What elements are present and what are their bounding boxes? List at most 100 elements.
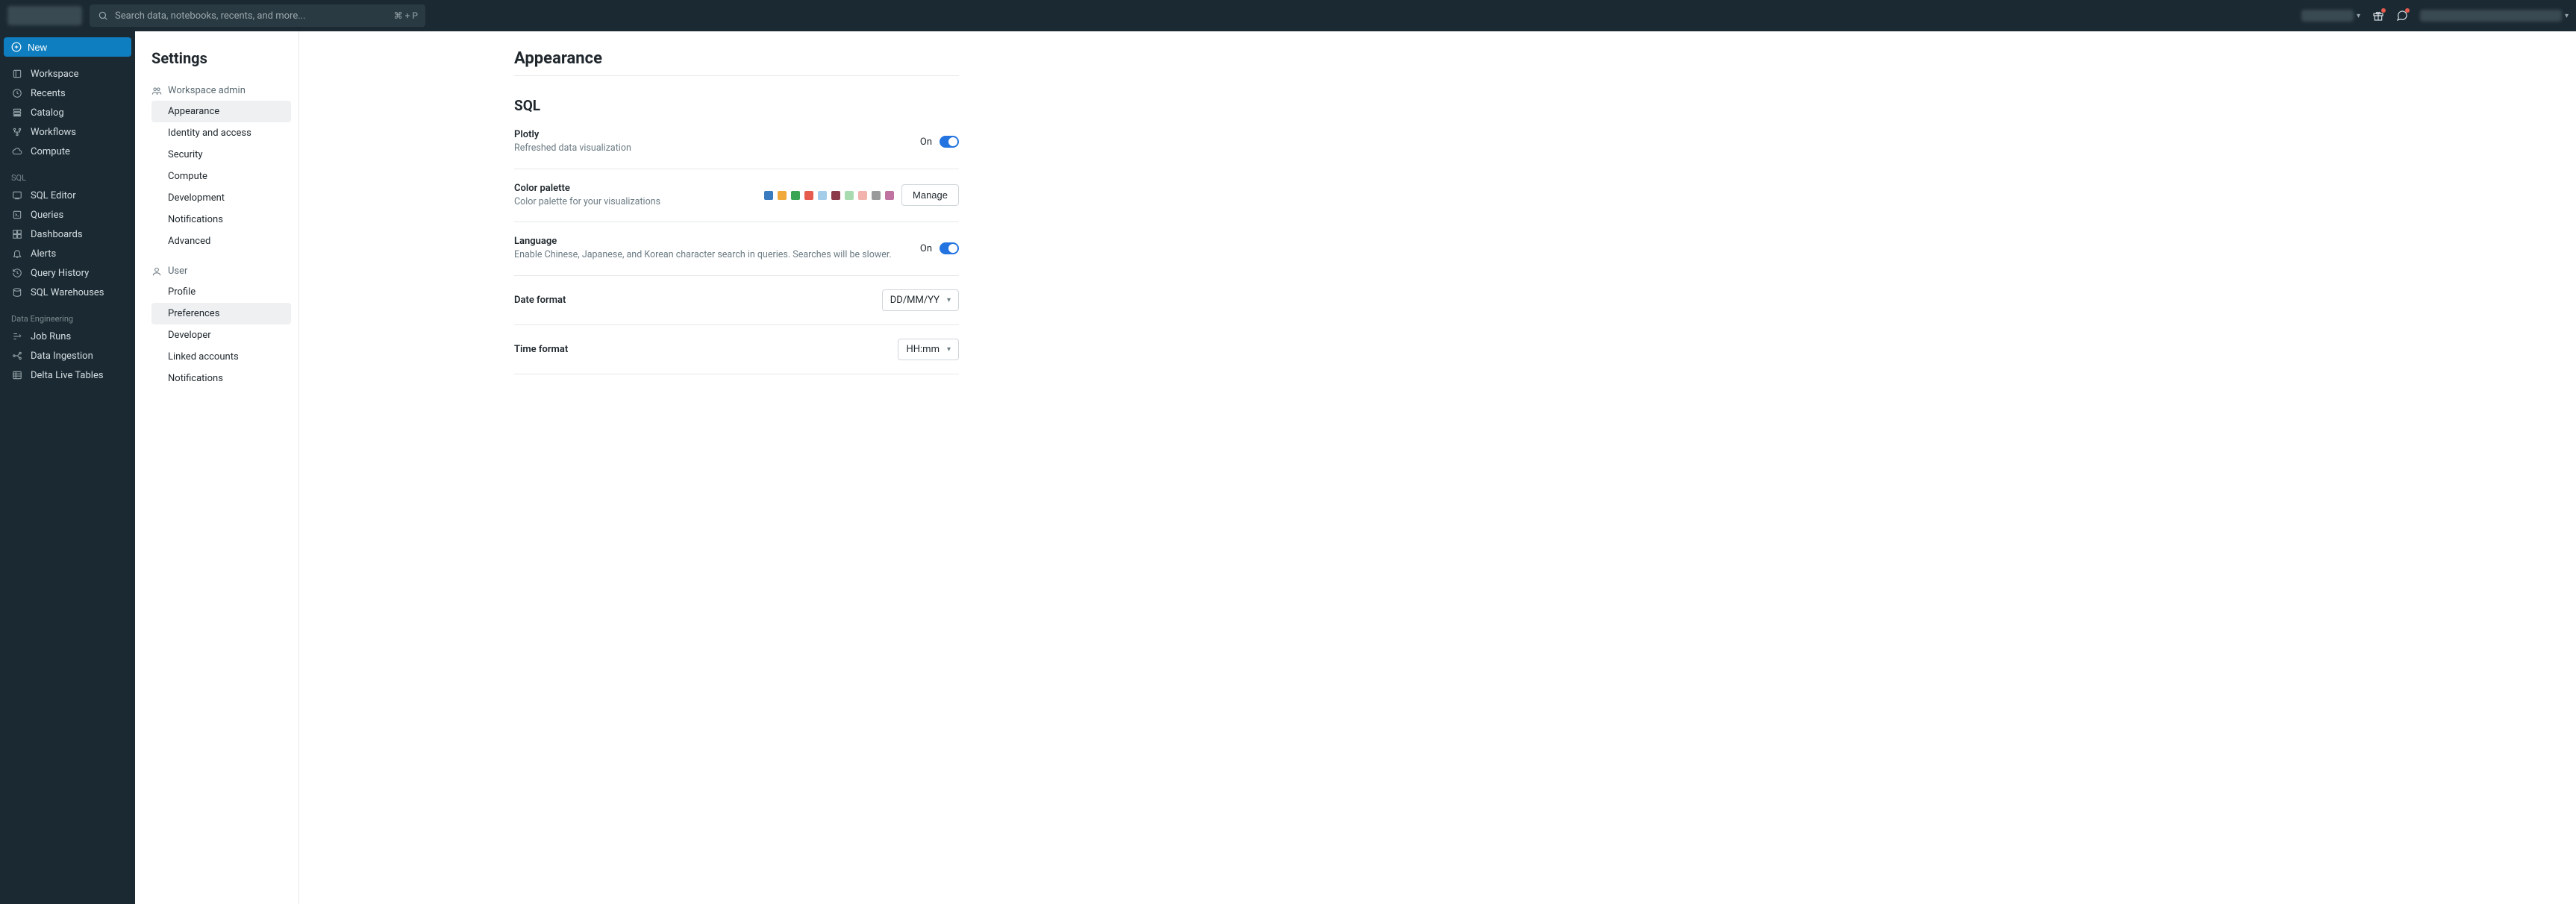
sidebar-item-compute[interactable]: Compute xyxy=(4,142,131,161)
sidebar-item-dashboards[interactable]: Dashboards xyxy=(4,225,131,244)
settings-link-compute[interactable]: Compute xyxy=(151,166,291,187)
topbar-right: ▾ ▾ xyxy=(2301,10,2569,22)
select-value: HH:mm xyxy=(906,344,940,355)
settings-link-identity-access[interactable]: Identity and access xyxy=(151,122,291,144)
workspace-logo[interactable] xyxy=(7,6,82,25)
settings-link-security[interactable]: Security xyxy=(151,144,291,166)
settings-link-appearance[interactable]: Appearance xyxy=(151,101,291,122)
setting-row-language: Language Enable Chinese, Japanese, and K… xyxy=(514,222,959,276)
date-format-select[interactable]: DD/MM/YY ▾ xyxy=(882,289,959,311)
settings-link-preferences[interactable]: Preferences xyxy=(151,303,291,324)
sidebar-item-sql-warehouses[interactable]: SQL Warehouses xyxy=(4,283,131,302)
plotly-toggle[interactable] xyxy=(940,136,959,148)
palette-swatch xyxy=(858,191,867,200)
sidebar-item-job-runs[interactable]: Job Runs xyxy=(4,327,131,346)
gift-icon[interactable] xyxy=(2372,10,2384,22)
setting-label: Language xyxy=(514,236,905,247)
chevron-down-icon: ▾ xyxy=(947,296,951,304)
cloud-icon xyxy=(11,145,23,157)
catalog-icon xyxy=(11,107,23,119)
sidebar-heading-sql: SQL xyxy=(4,169,131,186)
page-title: Appearance xyxy=(514,49,959,68)
workflow-icon xyxy=(11,126,23,138)
workspace-switcher[interactable]: ▾ xyxy=(2301,10,2360,22)
history-icon xyxy=(11,267,23,279)
palette-swatch xyxy=(872,191,881,200)
divider xyxy=(514,75,959,76)
sidebar-item-data-ingestion[interactable]: Data Ingestion xyxy=(4,346,131,365)
palette-swatch xyxy=(791,191,800,200)
assistant-icon[interactable] xyxy=(2396,10,2408,22)
settings-section-label: Workspace admin xyxy=(168,85,246,96)
sidebar-item-label: Alerts xyxy=(31,248,56,260)
setting-row-time-format: Time format HH:mm ▾ xyxy=(514,325,959,374)
chevron-down-icon: ▾ xyxy=(947,345,951,354)
manage-palette-button[interactable]: Manage xyxy=(901,184,959,206)
sidebar-item-label: SQL Editor xyxy=(31,190,76,201)
sidebar-item-queries[interactable]: Queries xyxy=(4,205,131,225)
language-toggle[interactable] xyxy=(940,242,959,254)
notification-dot xyxy=(2405,8,2410,13)
toggle-state-text: On xyxy=(920,243,932,254)
sidebar-item-label: Workflows xyxy=(31,127,76,138)
users-icon xyxy=(151,86,162,96)
select-value: DD/MM/YY xyxy=(890,295,940,306)
sidebar-item-label: SQL Warehouses xyxy=(31,287,104,298)
sidebar-item-label: Job Runs xyxy=(31,331,71,342)
sidebar-item-label: Data Ingestion xyxy=(31,351,93,362)
settings-link-developer[interactable]: Developer xyxy=(151,324,291,346)
palette-swatch xyxy=(778,191,787,200)
sidebar-item-label: Catalog xyxy=(31,107,64,119)
account-menu[interactable]: ▾ xyxy=(2420,10,2569,22)
query-icon xyxy=(11,209,23,221)
sidebar-item-sql-editor[interactable]: SQL Editor xyxy=(4,186,131,205)
settings-link-user-notifications[interactable]: Notifications xyxy=(151,368,291,389)
sidebar-item-recents[interactable]: Recents xyxy=(4,84,131,103)
settings-link-notifications[interactable]: Notifications xyxy=(151,209,291,230)
setting-row-date-format: Date format DD/MM/YY ▾ xyxy=(514,276,959,325)
sidebar-heading-data-engineering: Data Engineering xyxy=(4,310,131,327)
settings-link-linked-accounts[interactable]: Linked accounts xyxy=(151,346,291,368)
time-format-select[interactable]: HH:mm ▾ xyxy=(898,339,959,360)
job-runs-icon xyxy=(11,330,23,342)
settings-section-workspace-admin: Workspace admin xyxy=(151,85,291,96)
sidebar-item-alerts[interactable]: Alerts xyxy=(4,244,131,263)
topbar: Search data, notebooks, recents, and mor… xyxy=(0,0,2576,31)
setting-desc: Color palette for your visualizations xyxy=(514,195,749,209)
chevron-down-icon: ▾ xyxy=(2357,12,2360,20)
settings-title: Settings xyxy=(151,49,291,67)
sidebar-item-label: Compute xyxy=(31,146,70,157)
settings-link-profile[interactable]: Profile xyxy=(151,281,291,303)
sidebar-item-label: Dashboards xyxy=(31,229,83,240)
palette-swatch xyxy=(831,191,840,200)
sidebar-item-label: Delta Live Tables xyxy=(31,370,104,381)
sidebar-item-workflows[interactable]: Workflows xyxy=(4,122,131,142)
settings-section-label: User xyxy=(168,266,187,277)
new-button-label: New xyxy=(28,42,47,53)
setting-desc: Enable Chinese, Japanese, and Korean cha… xyxy=(514,248,905,262)
setting-row-color-palette: Color palette Color palette for your vis… xyxy=(514,169,959,223)
sidebar-item-label: Query History xyxy=(31,268,89,279)
settings-section-user: User xyxy=(151,266,291,277)
setting-label: Date format xyxy=(514,295,867,306)
content: Appearance SQL Plotly Refreshed data vis… xyxy=(299,31,2576,904)
palette-swatch xyxy=(764,191,773,200)
settings-link-development[interactable]: Development xyxy=(151,187,291,209)
settings-link-advanced[interactable]: Advanced xyxy=(151,230,291,252)
sidebar-item-delta-live-tables[interactable]: Delta Live Tables xyxy=(4,365,131,385)
new-button[interactable]: New xyxy=(4,37,131,57)
sidebar-item-label: Workspace xyxy=(31,69,79,80)
palette-swatch xyxy=(885,191,894,200)
palette-swatches xyxy=(764,191,894,200)
setting-label: Color palette xyxy=(514,183,749,194)
plus-circle-icon xyxy=(11,42,22,52)
sidebar-item-query-history[interactable]: Query History xyxy=(4,263,131,283)
user-icon xyxy=(151,266,162,277)
search-placeholder: Search data, notebooks, recents, and mor… xyxy=(115,10,388,22)
palette-swatch xyxy=(845,191,854,200)
chevron-down-icon: ▾ xyxy=(2565,12,2569,20)
sidebar-item-catalog[interactable]: Catalog xyxy=(4,103,131,122)
sidebar-item-workspace[interactable]: Workspace xyxy=(4,64,131,84)
delta-live-tables-icon xyxy=(11,369,23,381)
global-search[interactable]: Search data, notebooks, recents, and mor… xyxy=(90,4,425,27)
